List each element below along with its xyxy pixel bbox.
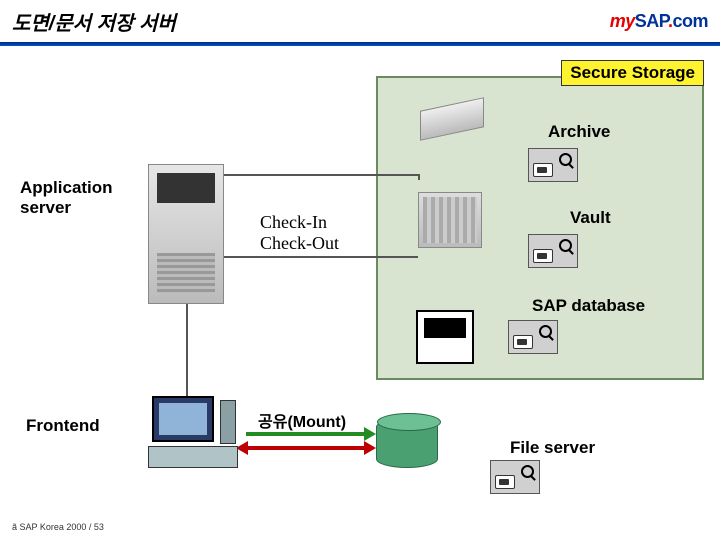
conn-line-bot [224,256,418,258]
sap-database-label: SAP database [532,296,645,316]
check-in-out-block: Check-In Check-Out [260,212,339,254]
file-server-label: File server [510,438,595,458]
mount-arrow-red [246,446,366,450]
conn-tower-frontend [186,300,188,400]
frontend-monitor-icon [152,396,214,442]
application-server-icon [148,164,224,304]
conn-v1 [418,174,420,180]
application-server-label: Application server [20,178,113,218]
footer-text: ã SAP Korea 2000 / 53 [12,522,104,532]
logo-sap: SAP [635,11,668,31]
mount-label: 공유(Mount) [258,408,346,432]
vault-lock-icon [528,234,578,268]
archive-lock-icon [528,148,578,182]
sap-database-icon [416,310,474,364]
sapdb-lock-icon [508,320,558,354]
secure-storage-label: Secure Storage [561,60,704,86]
vault-rack-icon [418,192,482,248]
mount-arrow-green [246,432,366,436]
frontend-keyboard-icon [148,446,238,468]
archive-label: Archive [548,122,610,142]
logo-com: com [672,11,708,31]
frontend-pc-icon [148,396,238,474]
check-out-label: Check-Out [260,233,339,254]
brand-logo: mySAP.com [610,11,708,32]
conn-line-top [224,174,418,176]
frontend-label: Frontend [26,416,100,436]
frontend-case-icon [220,400,236,444]
page-title: 도면/문서 저장 서버 [12,7,176,36]
check-in-label: Check-In [260,212,339,233]
logo-my: my [610,11,635,31]
header-rule [0,42,720,46]
fileserver-lock-icon [490,460,540,494]
vault-label: Vault [570,208,611,228]
file-server-disk-icon [376,418,438,468]
